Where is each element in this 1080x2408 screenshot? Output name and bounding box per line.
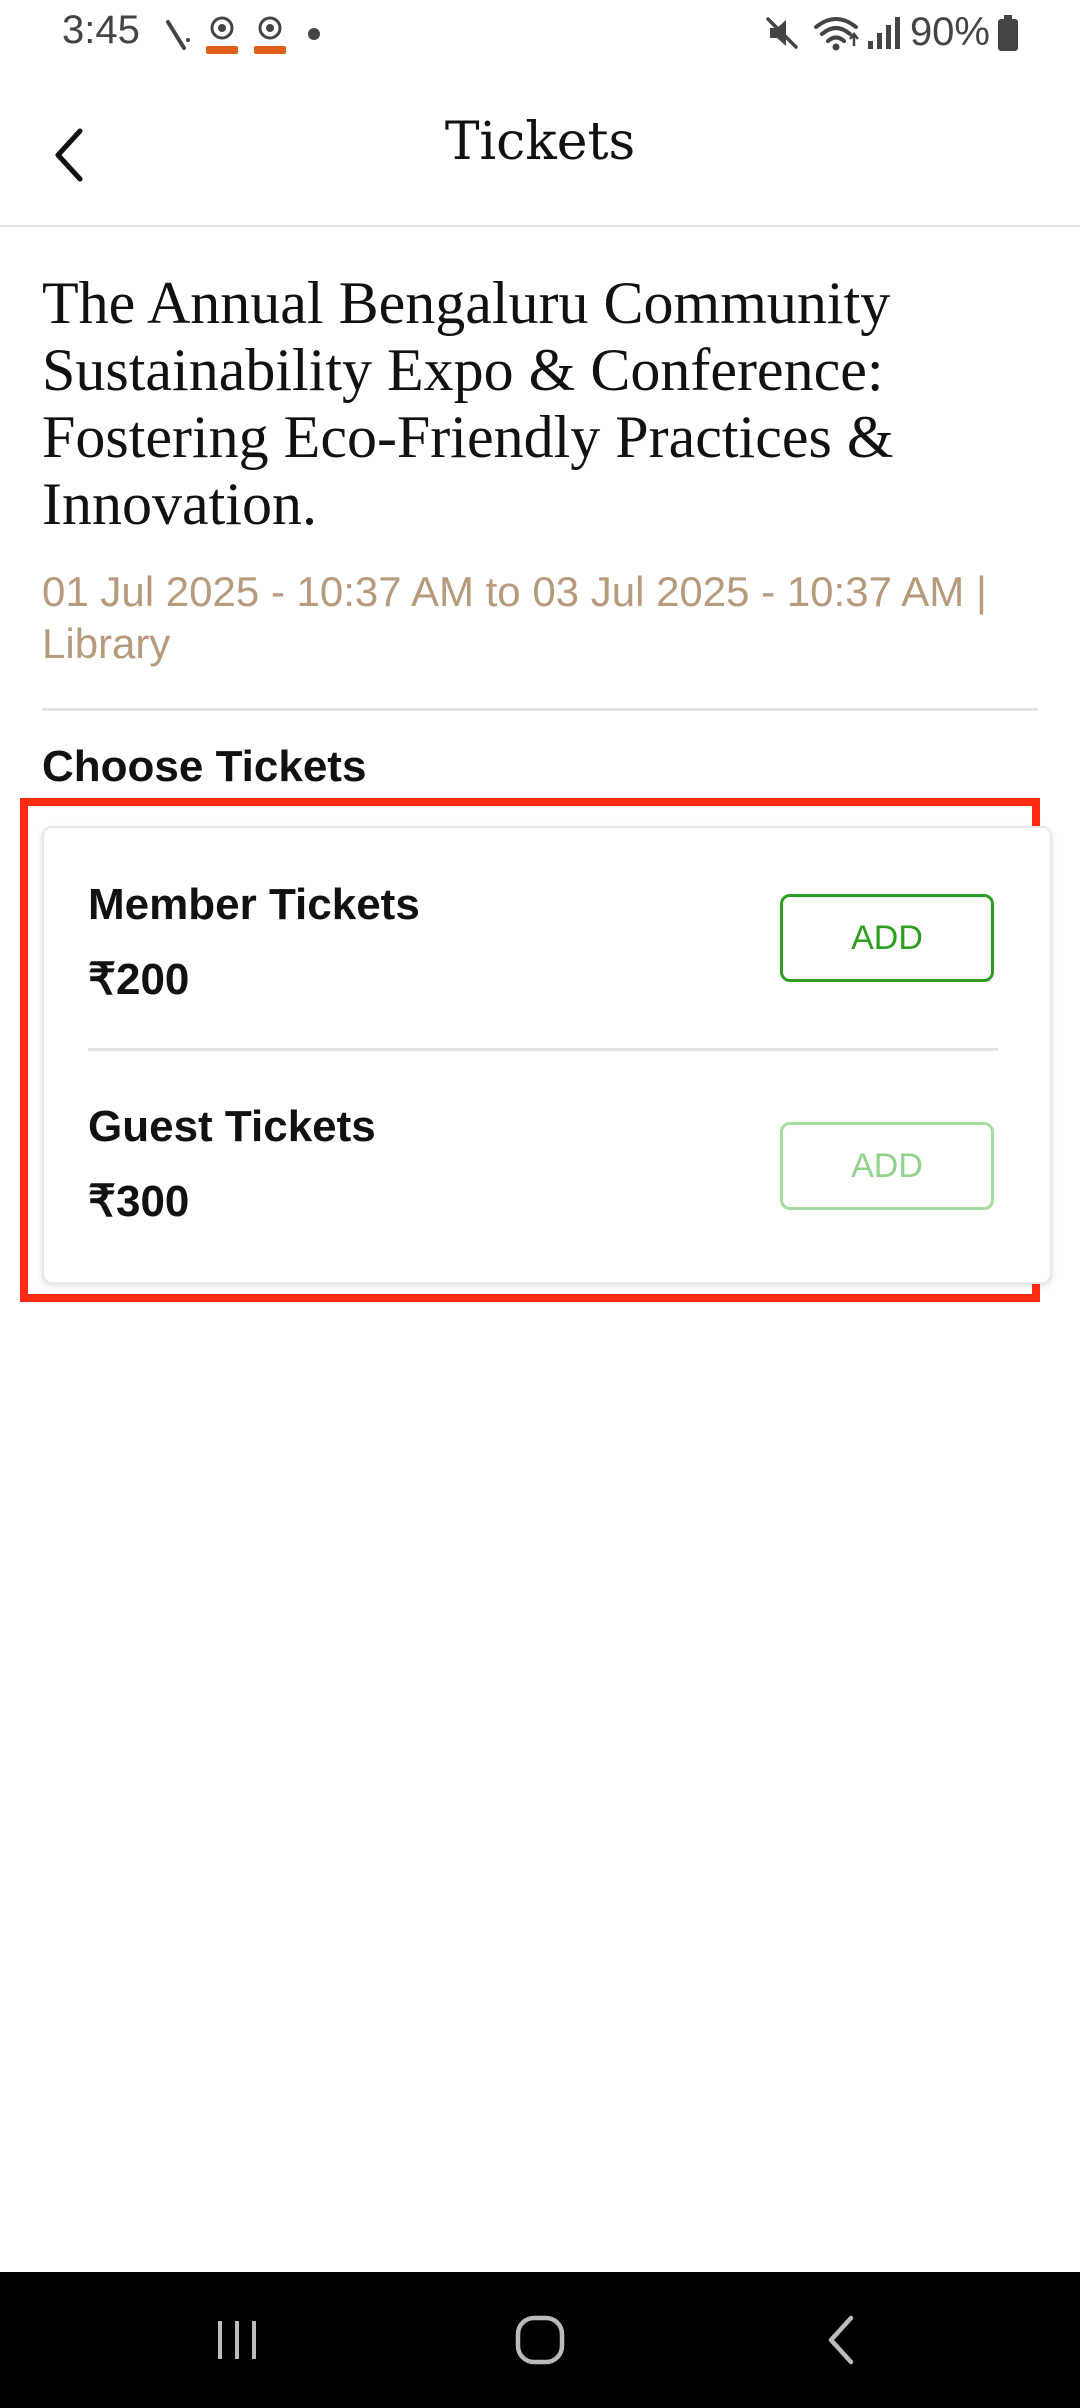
section-divider [42,708,1038,711]
ticket-row-guest: Guest Tickets ₹300 ADD [44,1050,1050,1270]
back-icon [828,2315,854,2365]
recent-apps-icon [218,2321,256,2359]
battery-percent: 90% [909,10,990,54]
ticket-name: Guest Tickets [88,1102,376,1151]
page-title: Tickets [444,112,636,172]
choose-tickets-heading: Choose Tickets [42,742,367,791]
ticket-row-member: Member Tickets ₹200 ADD [44,828,1050,1051]
home-icon [515,2315,565,2365]
notification-dot-icon [308,28,320,40]
event-title: The Annual Bengaluru Community Sustainab… [42,270,894,537]
signal-icon [867,16,900,49]
app-notification-icon [254,16,286,54]
wifi-icon [813,16,859,50]
missed-call-icon [166,20,190,50]
system-indicators: 90% [762,10,1020,55]
status-bar: 3:45 90% [0,0,1080,70]
recent-apps-button[interactable] [182,2300,292,2380]
ticket-price: ₹200 [88,955,190,1004]
ticket-price: ₹300 [88,1177,190,1226]
tickets-screen: 3:45 90% Tickets The Annual Bengaluru Co… [0,0,1080,2408]
event-date-location: 01 Jul 2025 - 10:37 AM to 03 Jul 2025 - … [42,568,987,667]
ticket-name: Member Tickets [88,880,420,929]
home-button[interactable] [485,2300,595,2380]
app-header: Tickets [0,70,1080,227]
system-nav-bar [0,2272,1080,2408]
notification-icons [162,12,320,56]
app-notification-icon [206,16,238,54]
tickets-card: Member Tickets ₹200 ADD Guest Tickets ₹3… [42,826,1052,1284]
add-guest-ticket-button[interactable]: ADD [780,1122,994,1210]
battery-icon [998,14,1018,51]
status-time: 3:45 [62,8,140,52]
system-back-button[interactable] [786,2300,896,2380]
add-member-ticket-button[interactable]: ADD [780,894,994,982]
mute-icon [766,16,798,49]
